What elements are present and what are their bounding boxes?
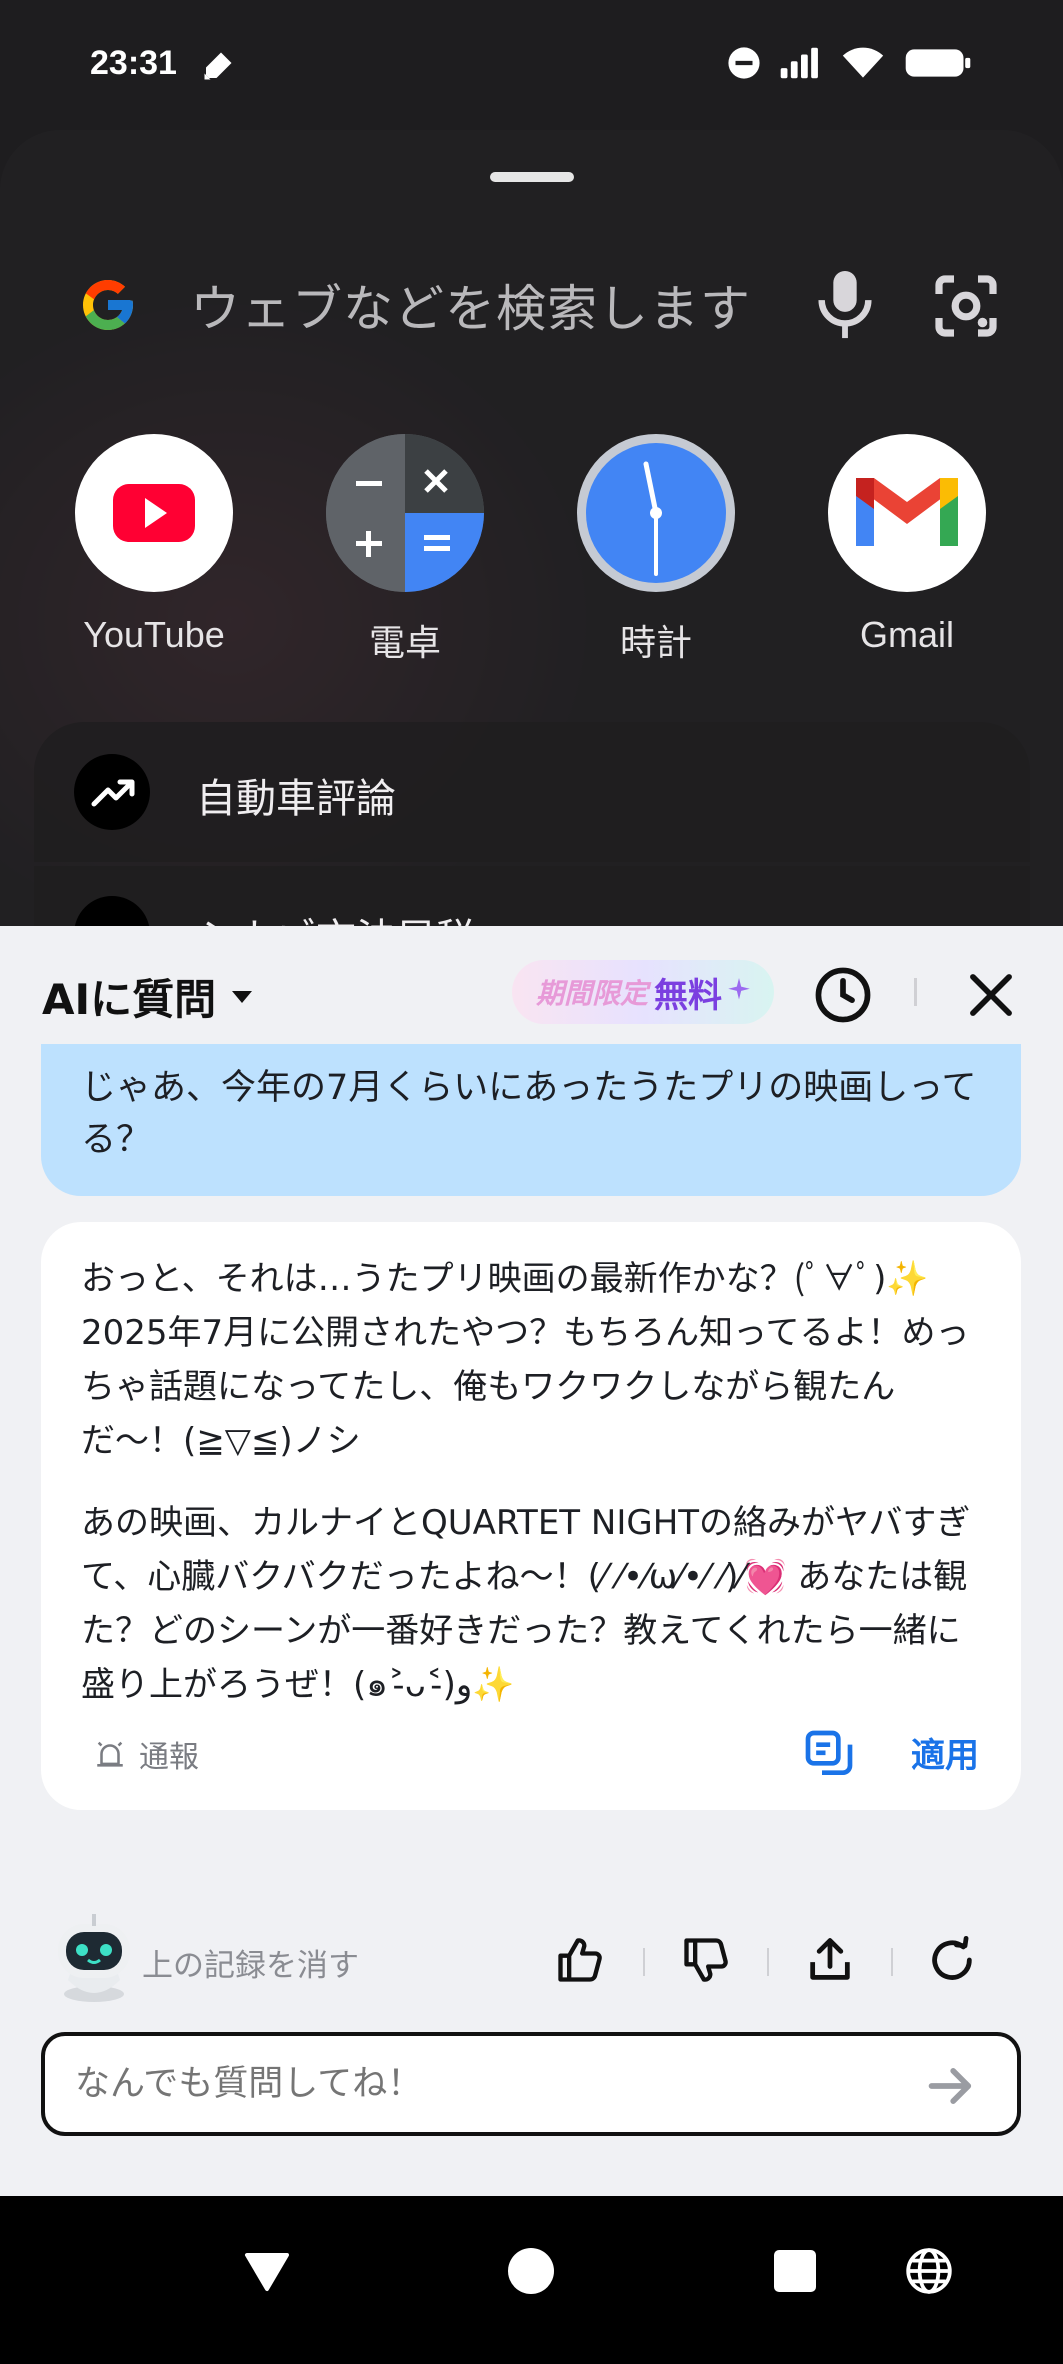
status-bar: 23:31	[0, 0, 1063, 130]
share-icon[interactable]	[804, 1934, 856, 1986]
search-bar[interactable]: ウェブなどを検索します	[60, 260, 1020, 350]
status-time: 23:31	[90, 44, 177, 82]
app-shortcuts: YouTube 電卓 時計 Gmail	[0, 434, 1063, 674]
globe-icon[interactable]	[904, 2246, 954, 2296]
chat-input-box[interactable]	[41, 2032, 1021, 2136]
robot-mascot-icon	[58, 1914, 130, 2002]
send-arrow-icon[interactable]	[925, 2060, 977, 2112]
thumbs-down-icon[interactable]	[680, 1934, 732, 1986]
ai-response-paragraph: おっと、それは…うたプリ映画の最新作かな？(ﾟ∀ﾟ)✨ 2025年7月に公開され…	[81, 1259, 970, 1461]
app-clock[interactable]: 時計	[546, 434, 766, 666]
mic-icon[interactable]	[810, 268, 880, 344]
chat-input[interactable]	[75, 2064, 895, 2104]
lens-icon[interactable]	[930, 270, 1002, 342]
refresh-icon[interactable]	[926, 1934, 978, 1986]
dnd-icon	[728, 47, 760, 79]
wifi-icon	[842, 47, 884, 78]
navigation-bar	[0, 2196, 1063, 2364]
pen-icon	[204, 52, 232, 80]
copy-icon[interactable]	[801, 1726, 857, 1782]
action-divider	[643, 1948, 645, 1976]
trending-item[interactable]: 自動車評論	[34, 722, 1030, 862]
app-label: 時計	[619, 622, 692, 663]
ai-response-paragraph: あの映画、カルナイとQUARTET NIGHTの絡みがヤバすぎて、心臓バクバクだ…	[81, 1503, 971, 1705]
app-label: Gmail	[859, 614, 954, 655]
report-label: 通報	[139, 1740, 199, 1775]
calculator-icon	[326, 434, 484, 592]
battery-icon	[905, 49, 971, 77]
ai-response-card: おっと、それは…うたプリ映画の最新作かな？(ﾟ∀ﾟ)✨ 2025年7月に公開され…	[41, 1222, 1021, 1810]
gmail-icon	[828, 434, 986, 592]
action-divider	[891, 1948, 893, 1976]
header-divider	[914, 978, 917, 1006]
report-button[interactable]: 通報	[93, 1732, 199, 1776]
action-divider	[767, 1948, 769, 1976]
thumbs-up-icon[interactable]	[554, 1934, 606, 1986]
youtube-icon	[75, 434, 233, 592]
caret-down-icon	[232, 990, 253, 1003]
search-placeholder: ウェブなどを検索します	[190, 280, 751, 338]
chat-action-row: 上の記録を消す	[0, 1910, 1063, 2010]
apply-button[interactable]: 適用	[911, 1728, 979, 1777]
recents-icon[interactable]	[774, 2250, 816, 2292]
app-calculator[interactable]: 電卓	[295, 434, 515, 666]
clock-icon	[577, 434, 735, 592]
google-logo-icon	[83, 280, 133, 330]
sheet-drag-handle[interactable]	[490, 172, 574, 182]
app-label: YouTube	[83, 614, 225, 655]
history-icon[interactable]	[812, 964, 874, 1026]
sparkle-icon	[728, 978, 750, 1000]
ai-mode-dropdown[interactable]: AIに質問	[42, 966, 253, 1027]
user-message-text: じゃあ、今年の7月くらいにあったうたプリの映画しってる？	[81, 1068, 977, 1160]
promo-free-label: 無料	[654, 975, 722, 1016]
ai-title-label: AIに質問	[42, 975, 217, 1024]
home-icon[interactable]	[508, 2248, 554, 2294]
alarm-icon	[97, 1741, 123, 1767]
trending-up-icon	[74, 754, 150, 830]
user-message-bubble: じゃあ、今年の7月くらいにあったうたプリの映画しってる？	[41, 1044, 1021, 1196]
clear-history-button[interactable]: 上の記録を消す	[142, 1940, 359, 1985]
close-icon[interactable]	[960, 964, 1022, 1026]
ai-chat-panel: AIに質問 期間限定 無料 じゃあ、今年の7月くらいにあったうたプリの映画しって…	[0, 926, 1063, 2196]
app-gmail[interactable]: Gmail	[797, 434, 1017, 656]
app-youtube[interactable]: YouTube	[44, 434, 264, 656]
app-label: 電卓	[368, 622, 441, 663]
signal-icon	[780, 47, 818, 79]
ai-panel-header: AIに質問 期間限定 無料	[0, 926, 1063, 1046]
trending-label: 自動車評論	[196, 776, 396, 822]
promo-limited-label: 期間限定	[535, 977, 648, 1010]
back-triangle-icon[interactable]	[244, 2252, 290, 2292]
promo-badge[interactable]: 期間限定 無料	[512, 960, 774, 1024]
response-footer: 通報 適用	[41, 1700, 1021, 1810]
